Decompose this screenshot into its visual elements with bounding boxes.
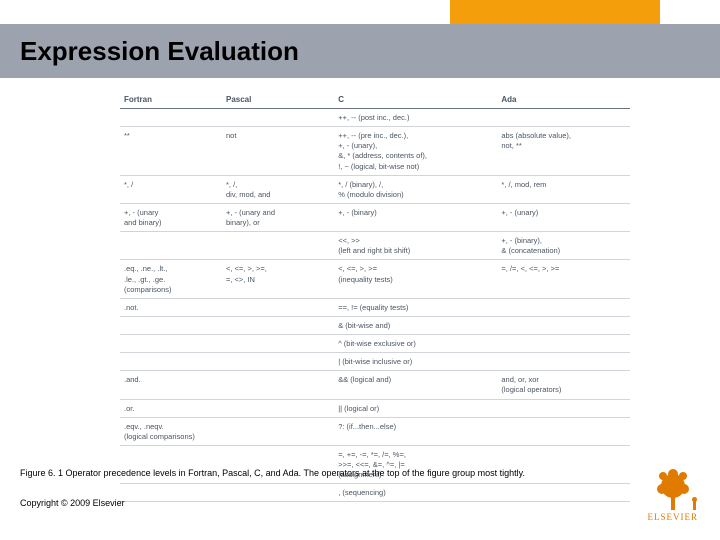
table-row: , (sequencing) — [120, 484, 630, 502]
table-cell: && (logical and) — [334, 371, 497, 399]
table-cell — [120, 109, 222, 127]
table-cell — [222, 371, 334, 399]
copyright-text: Copyright © 2009 Elsevier — [20, 498, 125, 508]
table-cell: +, - (binary),& (concatenation) — [497, 232, 630, 260]
table-cell — [222, 417, 334, 445]
table-cell: | (bit-wise inclusive or) — [334, 353, 497, 371]
table-cell: +, - (unaryand binary) — [120, 203, 222, 231]
table-cell: .and. — [120, 371, 222, 399]
precedence-table: Fortran Pascal C Ada ++, -- (post inc., … — [120, 90, 630, 502]
table-row: & (bit-wise and) — [120, 316, 630, 334]
table-cell — [497, 417, 630, 445]
table-cell: || (logical or) — [334, 399, 497, 417]
table-cell: ++, -- (post inc., dec.) — [334, 109, 497, 127]
precedence-table-wrap: Fortran Pascal C Ada ++, -- (post inc., … — [120, 90, 630, 502]
table-row: *, /*, /,div, mod, and*, / (binary), /,%… — [120, 175, 630, 203]
table-cell: ** — [120, 127, 222, 176]
page-title: Expression Evaluation — [20, 36, 299, 67]
table-cell: *, / — [120, 175, 222, 203]
table-cell: +, - (binary) — [334, 203, 497, 231]
table-cell — [120, 353, 222, 371]
table-cell — [222, 316, 334, 334]
table-cell — [222, 109, 334, 127]
table-cell: ==, != (equality tests) — [334, 298, 497, 316]
table-cell — [120, 484, 222, 502]
table-cell — [222, 399, 334, 417]
table-cell: ^ (bit-wise exclusive or) — [334, 335, 497, 353]
table-cell — [222, 484, 334, 502]
table-cell: , (sequencing) — [334, 484, 497, 502]
table-cell: ?: (if...then...else) — [334, 417, 497, 445]
table-cell: and, or, xor(logical operators) — [497, 371, 630, 399]
table-cell: .not. — [120, 298, 222, 316]
col-c: C — [334, 90, 497, 109]
table-cell — [222, 298, 334, 316]
table-cell: .eq., .ne., .lt.,.le., .gt., .ge.(compar… — [120, 260, 222, 298]
table-cell: <<, >>(left and right bit shift) — [334, 232, 497, 260]
table-cell: .or. — [120, 399, 222, 417]
col-pascal: Pascal — [222, 90, 334, 109]
table-header-row: Fortran Pascal C Ada — [120, 90, 630, 109]
table-cell: *, /, mod, rem — [497, 175, 630, 203]
table-cell — [497, 298, 630, 316]
col-ada: Ada — [497, 90, 630, 109]
table-cell: *, /,div, mod, and — [222, 175, 334, 203]
table-cell: <, <=, >, >=(inequality tests) — [334, 260, 497, 298]
table-cell — [222, 232, 334, 260]
table-cell: <, <=, >, >=,=, <>, IN — [222, 260, 334, 298]
table-cell — [497, 335, 630, 353]
table-cell — [497, 399, 630, 417]
table-cell — [120, 232, 222, 260]
publisher-logo: ELSEVIER — [648, 470, 699, 522]
table-cell — [222, 353, 334, 371]
table-row: ^ (bit-wise exclusive or) — [120, 335, 630, 353]
table-cell: +, - (unary andbinary), or — [222, 203, 334, 231]
table-row: .not. ==, != (equality tests) — [120, 298, 630, 316]
table-cell: +, - (unary) — [497, 203, 630, 231]
title-bar: Expression Evaluation — [0, 24, 720, 78]
table-row: .eq., .ne., .lt.,.le., .gt., .ge.(compar… — [120, 260, 630, 298]
table-row: <<, >>(left and right bit shift)+, - (bi… — [120, 232, 630, 260]
table-cell: ++, -- (pre inc., dec.),+, - (unary),&, … — [334, 127, 497, 176]
table-row: **not++, -- (pre inc., dec.),+, - (unary… — [120, 127, 630, 176]
figure-caption: Figure 6. 1 Operator precedence levels i… — [20, 468, 525, 478]
table-cell: *, / (binary), /,% (modulo division) — [334, 175, 497, 203]
table-cell — [120, 316, 222, 334]
accent-block — [450, 0, 660, 24]
table-cell: & (bit-wise and) — [334, 316, 497, 334]
table-cell: =, /=, <, <=, >, >= — [497, 260, 630, 298]
table-row: .and. && (logical and)and, or, xor(logica… — [120, 371, 630, 399]
table-cell — [497, 353, 630, 371]
table-row: .or. || (logical or) — [120, 399, 630, 417]
table-cell: .eqv., .neqv.(logical comparisons) — [120, 417, 222, 445]
table-cell — [497, 109, 630, 127]
table-row: +, - (unaryand binary)+, - (unary andbin… — [120, 203, 630, 231]
tree-icon — [653, 470, 693, 510]
publisher-name: ELSEVIER — [648, 512, 699, 522]
table-cell: abs (absolute value),not, ** — [497, 127, 630, 176]
table-cell — [120, 335, 222, 353]
table-cell — [497, 484, 630, 502]
table-row: | (bit-wise inclusive or) — [120, 353, 630, 371]
col-fortran: Fortran — [120, 90, 222, 109]
table-row: ++, -- (post inc., dec.) — [120, 109, 630, 127]
table-cell — [497, 316, 630, 334]
table-cell — [222, 335, 334, 353]
table-row: .eqv., .neqv.(logical comparisons) ?: (if… — [120, 417, 630, 445]
table-cell: not — [222, 127, 334, 176]
